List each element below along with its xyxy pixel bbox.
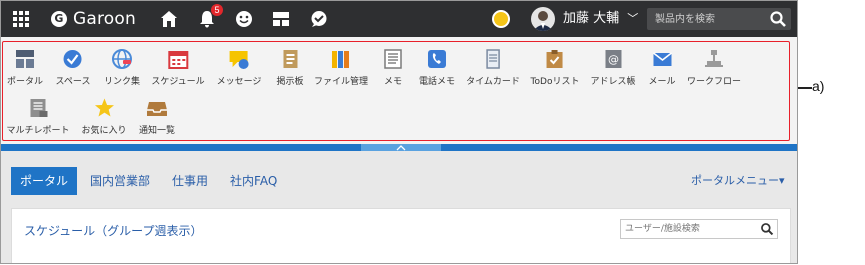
schedule-panel: スケジュール（グループ週表示） [11, 208, 791, 263]
collapse-menu-button[interactable] [361, 144, 441, 151]
layout-icon[interactable] [269, 1, 293, 37]
garoon-logo[interactable]: G Garoon [51, 1, 136, 37]
tab-work[interactable]: 仕事用 [163, 167, 217, 195]
search-icon[interactable] [760, 222, 774, 236]
top-header: G Garoon 5 加藤 大輔 ﹀ [1, 1, 797, 37]
notification-badge: 5 [211, 4, 223, 16]
product-search [647, 8, 791, 30]
app-menu-highlight [2, 41, 790, 141]
portal-tabs: ポータル 国内営業部 仕事用 社内FAQ [11, 167, 290, 195]
garoon-logo-icon: G [51, 11, 67, 27]
portal-menu-link[interactable]: ポータルメニュー▾ [691, 167, 785, 195]
search-icon[interactable] [769, 10, 787, 28]
user-facility-search [620, 219, 778, 239]
user-menu[interactable]: 加藤 大輔 ﹀ [563, 1, 638, 37]
product-search-input[interactable] [647, 8, 765, 30]
app-grid-icon[interactable] [7, 1, 35, 37]
home-icon[interactable] [157, 1, 181, 37]
tab-domestic-sales[interactable]: 国内営業部 [81, 167, 159, 195]
chat-icon[interactable] [307, 1, 331, 37]
status-indicator-icon[interactable] [492, 10, 510, 28]
user-name: 加藤 大輔 [563, 11, 620, 26]
callout-label: a) [812, 78, 825, 94]
chevron-up-icon [396, 145, 406, 151]
tab-faq[interactable]: 社内FAQ [221, 167, 286, 195]
user-facility-search-input[interactable] [621, 220, 757, 238]
smiley-icon[interactable] [232, 1, 256, 37]
schedule-panel-title[interactable]: スケジュール（グループ週表示） [24, 222, 202, 239]
chevron-down-icon: ﹀ [627, 12, 639, 25]
avatar[interactable] [531, 7, 555, 31]
tab-portal[interactable]: ポータル [11, 167, 78, 195]
callout-line [798, 87, 812, 89]
app-name: Garoon [73, 9, 136, 29]
